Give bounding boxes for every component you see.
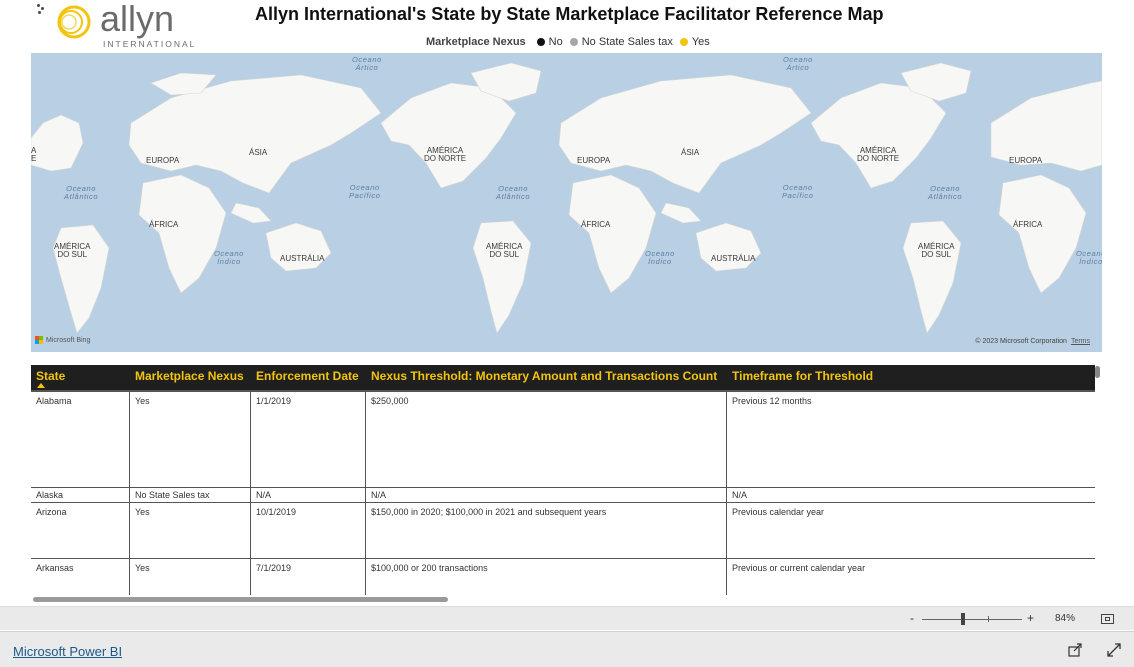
allyn-ring-icon: [57, 5, 91, 39]
continent-label-africa-3: ÁFRICA: [1013, 220, 1043, 229]
ocean-label-indico-2: Oceano Índico: [645, 249, 675, 266]
ocean-label-indico-1: Oceano Índico: [214, 249, 244, 266]
legend-title: Marketplace Nexus: [426, 36, 526, 48]
fullscreen-icon[interactable]: [1106, 642, 1122, 658]
table-row[interactable]: Arizona Yes 10/1/2019 $150,000 in 2020; …: [31, 503, 1095, 559]
zoom-slider-track[interactable]: [922, 619, 1022, 620]
continent-label-australia-1: AUSTRÁLIA: [280, 254, 325, 263]
legend-item-yes[interactable]: Yes: [692, 36, 710, 48]
continent-label-america-norte-1: AMÉRICA DO NORTE: [424, 146, 467, 163]
power-bi-link[interactable]: Microsoft Power BI: [13, 644, 122, 659]
column-header-state[interactable]: State: [31, 365, 130, 390]
ocean-label-atlantico-1: Oceano Atlântico: [64, 184, 99, 201]
horizontal-scroll-thumb[interactable]: [33, 597, 448, 602]
cell-nexus-threshold: $100,000 or 200 transactions: [366, 559, 727, 595]
ocean-label-pacifico-1: Oceano Pacífico: [349, 183, 381, 200]
column-header-nexus-threshold[interactable]: Nexus Threshold: Monetary Amount and Tra…: [366, 365, 727, 390]
cell-timeframe: Previous calendar year: [732, 507, 825, 517]
ocean-label-atlantico-2: Oceano Atlântico: [496, 184, 531, 201]
continent-label-europa-3: EUROPA: [1009, 156, 1043, 165]
cell-nexus-threshold: N/A: [366, 488, 727, 502]
copyright-text: © 2023 Microsoft Corporation: [975, 338, 1067, 345]
map-copyright: © 2023 Microsoft Corporation Terms: [975, 338, 1090, 345]
allyn-logo: allyn INTERNATIONAL: [36, 0, 197, 50]
cell-state: Arizona: [31, 503, 130, 558]
continent-label-europa-2: EUROPA: [577, 156, 611, 165]
microsoft-logo-icon: [35, 336, 43, 344]
legend-dot-no-state-sales-tax: [569, 38, 578, 46]
cell-timeframe: Previous 12 months: [732, 396, 812, 406]
logo-dots-icon: [36, 2, 46, 16]
vertical-scroll-thumb[interactable]: [1095, 366, 1100, 378]
legend-dot-yes: [679, 38, 688, 46]
cell-marketplace-nexus: Yes: [130, 559, 251, 595]
logo-subtitle: INTERNATIONAL: [103, 39, 197, 49]
legend-dot-no: [536, 38, 545, 46]
continent-label-africa-1: ÁFRICA: [149, 220, 179, 229]
cell-timeframe: N/A: [732, 490, 748, 500]
bing-attribution: Microsoft Bing: [35, 336, 90, 344]
cell-nexus-threshold: $250,000: [366, 392, 727, 487]
sort-ascending-icon: [37, 383, 45, 388]
continent-label-america-sul-3: AMÉRICA DO SUL: [918, 242, 955, 259]
table-row[interactable]: Alabama Yes 1/1/2019 $250,000 Previous 1…: [31, 392, 1095, 488]
state-table: State Marketplace Nexus Enforcement Date…: [31, 365, 1102, 595]
ocean-label-indico-3: OceanoÍndico: [1076, 249, 1102, 266]
continent-label-australia-2: AUSTRÁLIA: [711, 254, 756, 263]
cell-nexus-threshold: $150,000 in 2020; $100,000 in 2021 and s…: [366, 503, 727, 558]
cell-enforcement-date: 1/1/2019: [251, 392, 366, 487]
map-land-shapes: [31, 62, 1102, 334]
continent-label-america-sul-1: AMÉRICA DO SUL: [54, 242, 91, 259]
cell-marketplace-nexus: Yes: [130, 392, 251, 487]
footer: Microsoft Power BI: [0, 631, 1134, 667]
report-title: Allyn International's State by State Mar…: [255, 4, 884, 24]
zoom-level: 84%: [1055, 613, 1076, 624]
fit-to-page-icon[interactable]: [1101, 614, 1114, 624]
legend-item-no[interactable]: No: [549, 36, 563, 48]
zoom-slider-handle[interactable]: [961, 613, 965, 625]
continent-label-europa-1: EUROPA: [146, 156, 180, 165]
ocean-label-artico-2: Oceano Ártico: [783, 55, 813, 72]
table-horizontal-scrollbar[interactable]: [31, 596, 1095, 602]
ocean-label-atlantico-3: Oceano Atlântico: [928, 184, 963, 201]
cell-marketplace-nexus: No State Sales tax: [130, 488, 251, 502]
continent-label-asia-1: ÁSIA: [249, 148, 268, 157]
world-map[interactable]: Oceano Ártico Oceano Ártico Oceano Atlântic…: [31, 53, 1102, 352]
cell-marketplace-nexus: Yes: [130, 503, 251, 558]
map-legend: Marketplace Nexus No No State Sales tax …: [426, 36, 710, 48]
logo-wordmark: allyn: [100, 0, 175, 39]
continent-label-america-norte-2: AMÉRICA DO NORTE: [857, 146, 900, 163]
terms-link[interactable]: Terms: [1071, 338, 1090, 345]
table-header: State Marketplace Nexus Enforcement Date…: [31, 365, 1095, 392]
continent-label-america-edge: AE: [31, 146, 37, 163]
table-row[interactable]: Alaska No State Sales tax N/A N/A N/A: [31, 488, 1095, 503]
zoom-out-button[interactable]: -: [910, 611, 914, 625]
cell-state: Alaska: [31, 488, 130, 502]
cell-state: Alabama: [31, 392, 130, 487]
continent-label-america-sul-2: AMÉRICA DO SUL: [486, 242, 523, 259]
continent-label-asia-2: ÁSIA: [681, 148, 700, 157]
continent-label-africa-2: ÁFRICA: [581, 220, 611, 229]
ocean-label-pacifico-2: Oceano Pacífico: [782, 183, 814, 200]
column-header-timeframe[interactable]: Timeframe for Threshold: [727, 365, 1095, 390]
cell-state: Arkansas: [31, 559, 130, 595]
column-header-enforcement-date[interactable]: Enforcement Date: [251, 365, 366, 390]
table-vertical-scrollbar[interactable]: [1094, 364, 1102, 594]
report-canvas: allyn INTERNATIONAL Allyn International'…: [0, 0, 1134, 667]
zoom-bar: - + 84%: [0, 606, 1134, 630]
zoom-slider-tick: [988, 616, 989, 622]
zoom-in-button[interactable]: +: [1027, 611, 1034, 625]
cell-enforcement-date: 10/1/2019: [251, 503, 366, 558]
cell-enforcement-date: 7/1/2019: [251, 559, 366, 595]
legend-item-no-state-sales-tax[interactable]: No State Sales tax: [582, 36, 673, 48]
ocean-label-artico-1: Oceano Ártico: [352, 55, 382, 72]
cell-enforcement-date: N/A: [251, 488, 366, 502]
bing-label: Microsoft Bing: [46, 336, 91, 344]
column-header-marketplace-nexus[interactable]: Marketplace Nexus: [130, 365, 251, 390]
cell-timeframe: Previous or current calendar year: [732, 563, 866, 573]
table-row[interactable]: Arkansas Yes 7/1/2019 $100,000 or 200 tr…: [31, 559, 1095, 595]
share-icon[interactable]: [1067, 642, 1083, 658]
